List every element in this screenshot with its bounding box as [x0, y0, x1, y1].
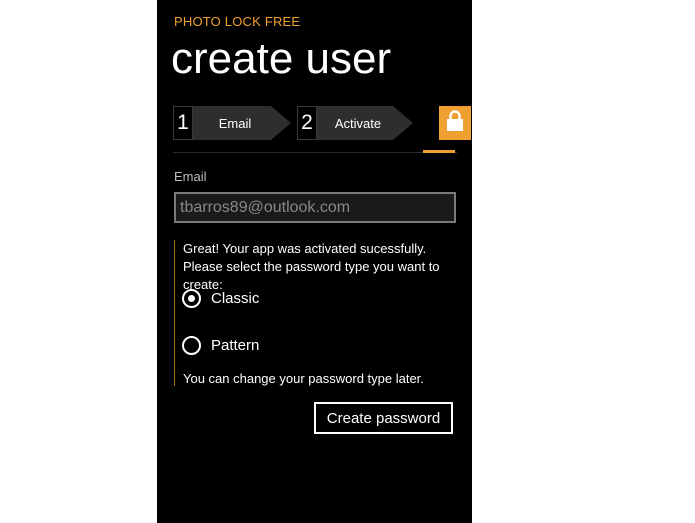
- page-title: create user: [171, 34, 392, 83]
- email-label: Email: [174, 169, 207, 184]
- step-label: Email: [193, 106, 291, 140]
- password-type-note: You can change your password type later.: [183, 371, 424, 386]
- active-step-underline: [423, 150, 455, 153]
- step-activate: 2 Activate: [297, 106, 413, 140]
- step-label: Activate: [317, 106, 413, 140]
- radio-label: Classic: [211, 290, 260, 307]
- step-number: 2: [297, 106, 317, 140]
- step-email: 1 Email: [173, 106, 291, 140]
- radio-label: Pattern: [211, 337, 260, 354]
- step-indicator: 1 Email 2 Activate: [173, 106, 471, 140]
- step-number: 1: [173, 106, 193, 140]
- step-lock: [439, 106, 471, 140]
- radio-classic[interactable]: Classic: [182, 289, 259, 308]
- step-divider: [173, 152, 457, 153]
- activation-message: Great! Your app was activated sucessfull…: [183, 241, 440, 292]
- email-field[interactable]: [174, 192, 456, 223]
- password-type-panel: Great! Your app was activated sucessfull…: [174, 240, 457, 386]
- radio-button-unchecked[interactable]: [182, 336, 201, 355]
- app-screen: PHOTO LOCK FREE create user 1 Email 2 Ac…: [157, 0, 472, 523]
- create-password-button[interactable]: Create password: [314, 402, 453, 434]
- lock-icon: [446, 109, 464, 137]
- radio-button-checked[interactable]: [182, 289, 201, 308]
- radio-pattern[interactable]: Pattern: [182, 336, 259, 355]
- app-title: PHOTO LOCK FREE: [174, 14, 301, 29]
